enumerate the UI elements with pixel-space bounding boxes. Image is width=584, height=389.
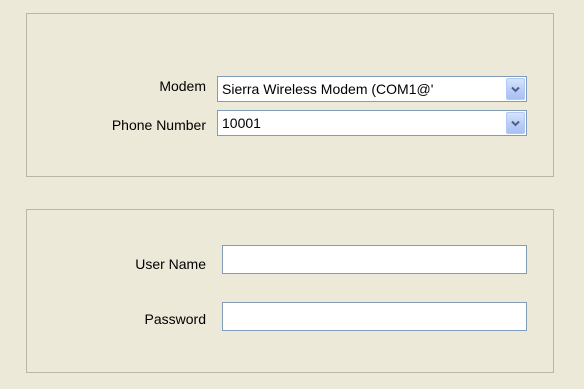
credentials-group	[26, 209, 554, 373]
phone-number-dropdown[interactable]: 10001	[217, 110, 527, 136]
chevron-down-icon	[511, 86, 520, 93]
password-label: Password	[144, 311, 206, 327]
modem-dropdown-value: Sierra Wireless Modem (COM1@'	[222, 81, 434, 97]
phone-number-dropdown-value: 10001	[222, 115, 261, 131]
modem-label: Modem	[159, 78, 206, 94]
password-input[interactable]	[222, 302, 527, 331]
user-name-label: User Name	[135, 256, 206, 272]
chevron-down-icon	[511, 120, 520, 127]
phone-number-label: Phone Number	[111, 117, 206, 133]
modem-dropdown[interactable]: Sierra Wireless Modem (COM1@'	[217, 76, 527, 102]
phone-number-dropdown-button[interactable]	[506, 112, 525, 134]
user-name-input[interactable]	[222, 245, 527, 274]
modem-dropdown-button[interactable]	[506, 78, 525, 100]
